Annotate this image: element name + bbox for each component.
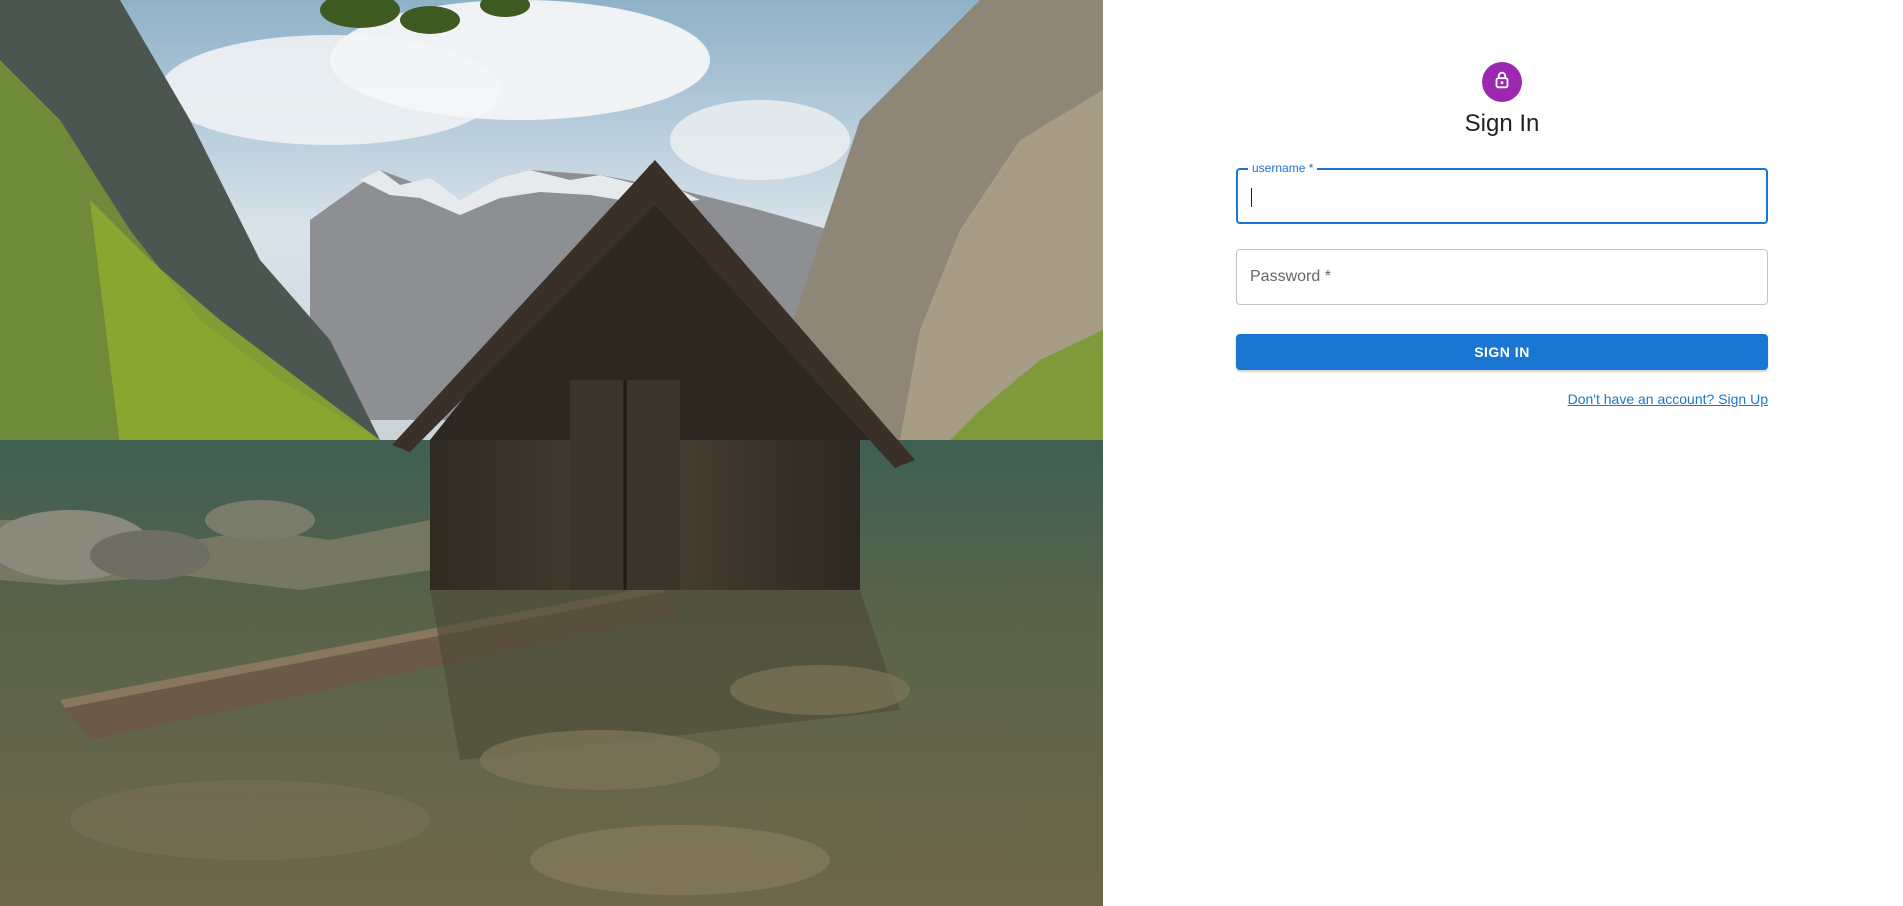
password-field[interactable]: Password * [1236,249,1768,305]
sign-in-button[interactable]: SIGN IN [1236,334,1768,370]
avatar [1482,62,1522,102]
sign-up-link[interactable]: Don't have an account? Sign Up [1460,391,1768,407]
lakeside-boathouse-photo [0,0,1103,906]
text-caret [1251,188,1252,207]
username-field[interactable]: username * [1236,161,1768,224]
username-input[interactable] [1251,170,1751,222]
page-title: Sign In [1464,110,1540,137]
password-input[interactable] [1250,250,1750,302]
lock-icon [1491,69,1513,96]
hero-image [0,0,1103,906]
